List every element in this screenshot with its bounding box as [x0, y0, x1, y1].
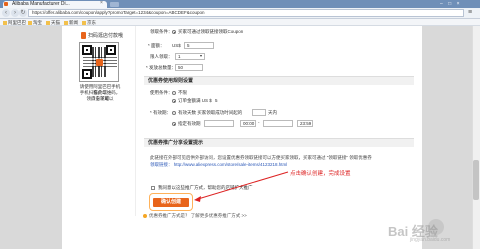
annotation-text: 点击确认创建，完成设置: [290, 171, 351, 177]
annotation-arrow: [194, 171, 289, 202]
watermark-url: jingyan.baidu.com: [410, 237, 451, 243]
footer-help-link[interactable]: 优惠券推广方式是？ 了解更多优惠券推广方式 >>: [149, 213, 247, 219]
confirm-create-button[interactable]: 确认创建: [153, 198, 189, 207]
info-icon: [143, 214, 147, 218]
scrollbar-thumb[interactable]: [473, 160, 479, 200]
page-scrollbar[interactable]: [472, 26, 480, 249]
